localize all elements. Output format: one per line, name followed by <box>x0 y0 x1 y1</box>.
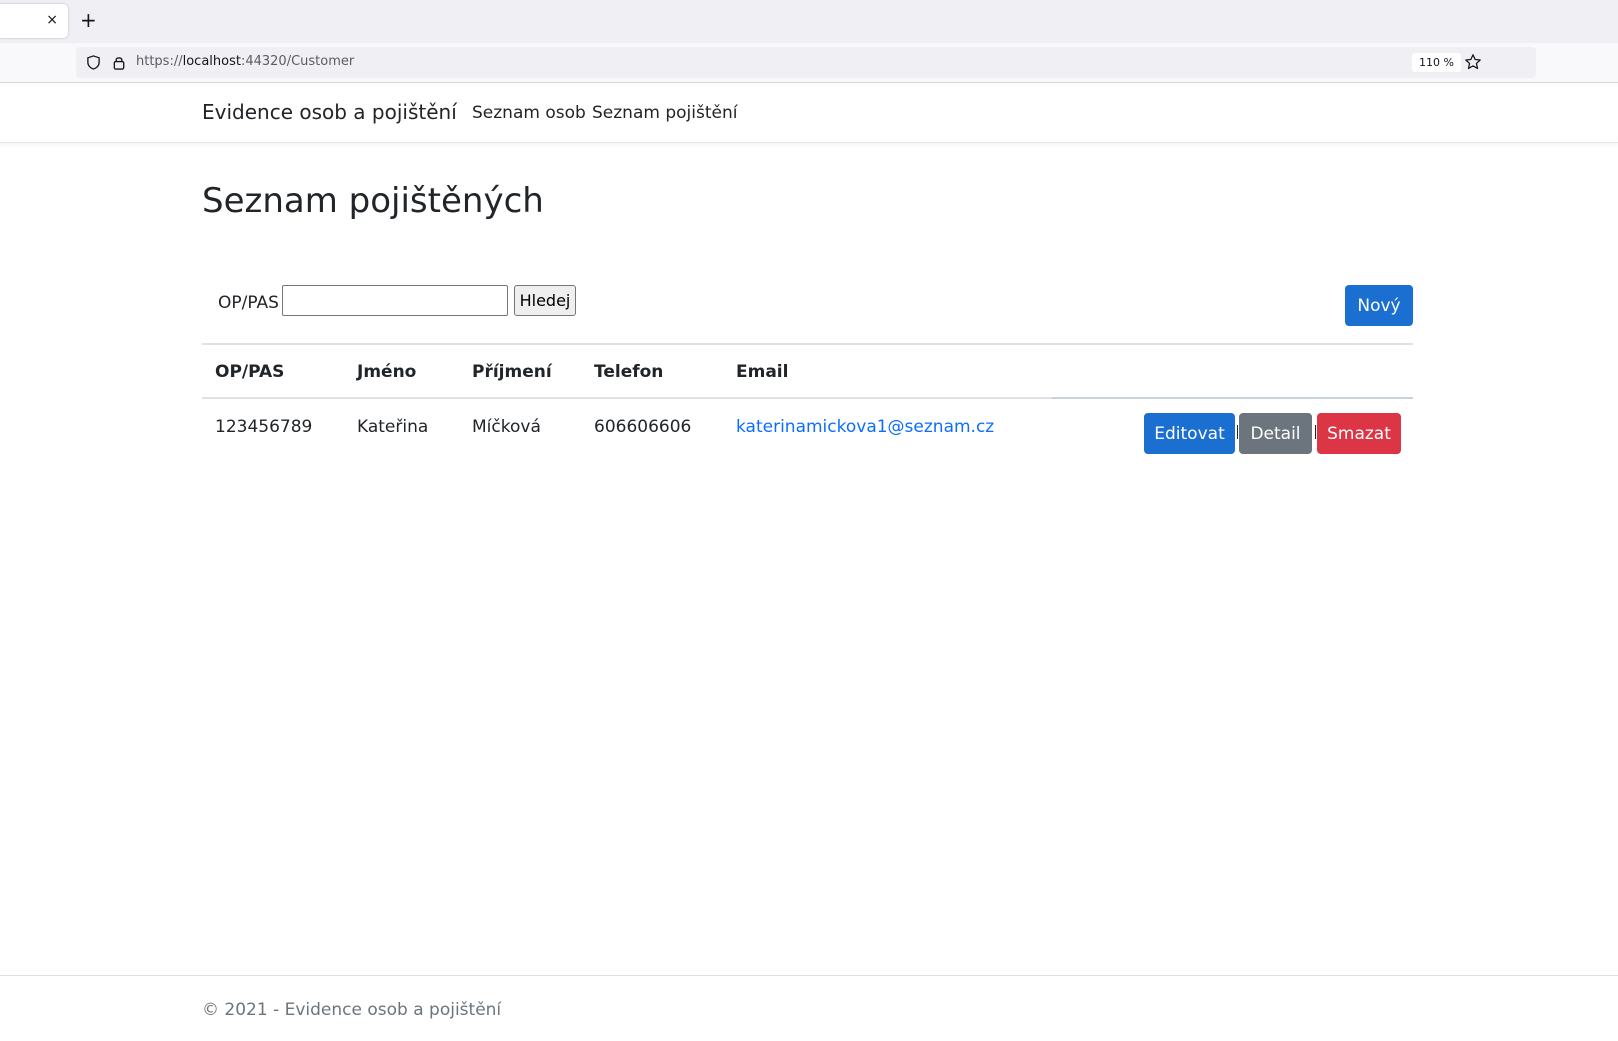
navbar-brand[interactable]: Evidence osob a pojištění <box>202 100 457 124</box>
nav-link-seznam-pojisteni[interactable]: Seznam pojištění <box>592 103 737 123</box>
cell-jmeno: Kateřina <box>357 417 429 437</box>
url-scheme: https:// <box>136 54 183 69</box>
footer-copyright: © 2021 - Evidence osob a pojištění <box>202 1000 502 1020</box>
button-separator <box>1237 425 1238 439</box>
table-header-divider-accent <box>1052 397 1413 399</box>
search-label: OP/PAS <box>218 293 279 313</box>
table-top-border <box>202 343 1413 345</box>
lock-icon[interactable] <box>112 55 126 70</box>
column-header-prijmeni: Příjmení <box>472 362 552 382</box>
plus-icon[interactable]: + <box>80 9 97 31</box>
button-separator <box>1315 425 1316 439</box>
shield-icon[interactable] <box>86 55 101 70</box>
column-header-op-pas: OP/PAS <box>215 362 285 382</box>
column-header-email: Email <box>736 362 789 382</box>
search-input[interactable] <box>282 285 508 316</box>
browser-tab-strip: × + <box>0 0 1618 43</box>
page-title: Seznam pojištěných <box>202 181 544 221</box>
detail-button[interactable]: Detail <box>1239 413 1312 454</box>
url-path: :44320/Customer <box>240 54 355 69</box>
browser-tab[interactable]: × <box>0 4 68 38</box>
star-icon[interactable] <box>1464 53 1482 71</box>
url-text[interactable]: https://localhost:44320/Customer <box>136 54 354 69</box>
browser-toolbar: https://localhost:44320/Customer 110 % <box>0 43 1618 83</box>
nav-link-seznam-osob[interactable]: Seznam osob <box>472 103 586 123</box>
cell-prijmeni: Míčková <box>472 417 541 437</box>
column-header-jmeno: Jméno <box>357 362 417 382</box>
url-host: localhost <box>182 54 241 69</box>
site-navbar: Evidence osob a pojištění Seznam osob Se… <box>0 83 1618 143</box>
new-button[interactable]: Nový <box>1345 285 1413 326</box>
cell-telefon: 606606606 <box>594 417 692 437</box>
page-footer: © 2021 - Evidence osob a pojištění <box>0 975 1618 1041</box>
close-icon[interactable]: × <box>46 12 58 28</box>
zoom-level-badge[interactable]: 110 % <box>1412 53 1461 72</box>
cell-op-pas: 123456789 <box>215 417 313 437</box>
search-button[interactable]: Hledej <box>514 285 576 316</box>
delete-button[interactable]: Smazat <box>1317 413 1401 454</box>
url-bar[interactable]: https://localhost:44320/Customer 110 % <box>76 47 1536 78</box>
edit-button[interactable]: Editovat <box>1144 413 1235 454</box>
cell-email-link[interactable]: katerinamickova1@seznam.cz <box>736 417 994 437</box>
column-header-telefon: Telefon <box>594 362 664 382</box>
